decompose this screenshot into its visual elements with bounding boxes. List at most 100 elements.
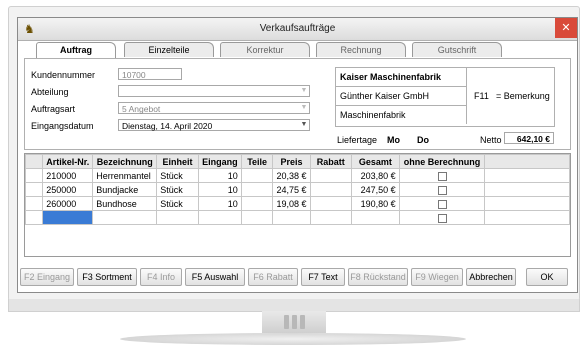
cell-artikel[interactable]: 260000 (42, 196, 94, 211)
customer-line3: Maschinenfabrik (340, 110, 406, 120)
row-selector[interactable] (25, 168, 44, 183)
cell-rabatt[interactable] (309, 182, 353, 197)
cell-preis[interactable] (272, 210, 311, 225)
cell-bezeichnung[interactable]: Herrenmantel (92, 168, 158, 183)
filler-cell (484, 210, 570, 225)
column-header[interactable]: Artikel-Nr. (42, 154, 94, 169)
cell-artikel[interactable]: 250000 (42, 182, 94, 197)
cell-eingang[interactable]: 10 (197, 168, 242, 183)
table-header-row: Artikel-Nr. Bezeichnung Einheit Eingang … (25, 154, 570, 169)
kundennummer-label: Kundennummer (31, 70, 96, 80)
cell-ohne-berechnung[interactable] (398, 196, 486, 211)
cell-artikel-edit[interactable] (42, 210, 94, 225)
cell-preis[interactable]: 20,38 € (272, 168, 311, 183)
cell-artikel[interactable]: 210000 (42, 168, 94, 183)
f8-rueckstand-button[interactable]: F8 Rückstand (348, 268, 408, 286)
f5-auswahl-button[interactable]: F5 Auswahl (185, 268, 245, 286)
f11-label: F11 (474, 91, 489, 101)
tab-korrektur[interactable]: Korrektur (220, 42, 310, 57)
checkbox[interactable] (437, 213, 447, 223)
abteilung-select[interactable]: ▼ (118, 85, 310, 97)
cell-einheit[interactable]: Stück (156, 168, 199, 183)
column-header[interactable]: Teile (240, 154, 274, 169)
column-header[interactable]: Bezeichnung (92, 154, 158, 169)
cell-teile[interactable] (240, 168, 274, 183)
netto-label: Netto (480, 135, 502, 145)
column-header[interactable]: Preis (272, 154, 311, 169)
auftragsart-select[interactable]: 5 Angebot ▼ (118, 102, 310, 114)
cell-rabatt[interactable] (309, 210, 353, 225)
table-row[interactable]: 250000 Bundjacke Stück 10 24,75 € 247,50… (25, 182, 570, 197)
app-window: ♞ Verkaufsaufträge ✕ Auftrag Einzelteile… (17, 17, 578, 293)
filler-cell (484, 182, 570, 197)
abbrechen-button[interactable]: Abbrechen (466, 268, 516, 286)
filler-cell (484, 168, 570, 183)
cell-gesamt[interactable]: 203,80 € (351, 168, 400, 183)
cell-eingang[interactable]: 10 (197, 196, 242, 211)
monitor-stand-base (120, 333, 466, 345)
row-selector[interactable] (25, 182, 44, 197)
cell-gesamt[interactable]: 247,50 € (351, 182, 400, 197)
cell-ohne-berechnung[interactable] (398, 168, 486, 183)
chevron-down-icon[interactable]: ▼ (299, 103, 309, 113)
tab-gutschrift[interactable]: Gutschrift (412, 42, 502, 57)
f9-wiegen-button[interactable]: F9 Wiegen (411, 268, 463, 286)
kundennummer-field[interactable]: 10700 (118, 68, 182, 80)
tab-auftrag[interactable]: Auftrag (36, 42, 116, 58)
cell-gesamt[interactable]: 190,80 € (351, 196, 400, 211)
close-button[interactable]: ✕ (555, 18, 577, 38)
bemerkung-label[interactable]: = Bemerkung (496, 91, 550, 101)
table-row[interactable]: 210000 Herrenmantel Stück 10 20,38 € 203… (25, 168, 570, 183)
chevron-down-icon[interactable]: ▼ (299, 86, 309, 96)
column-header[interactable]: ohne Berechnung (398, 154, 486, 169)
cell-eingang[interactable]: 10 (197, 182, 242, 197)
f3-sortment-button[interactable]: F3 Sortment (77, 268, 137, 286)
liefertage-values: Mo Do (387, 135, 429, 145)
eingangsdatum-picker[interactable]: Dienstag, 14. April 2020 ▼ (118, 119, 310, 131)
column-header[interactable]: Rabatt (309, 154, 353, 169)
cell-einheit[interactable] (156, 210, 199, 225)
ok-button[interactable]: OK (526, 268, 568, 286)
column-header[interactable]: Einheit (156, 154, 199, 169)
cell-teile[interactable] (240, 182, 274, 197)
cell-ohne-berechnung[interactable] (398, 210, 486, 225)
monitor-stand-neck (262, 311, 326, 333)
checkbox[interactable] (437, 199, 447, 209)
cell-teile[interactable] (240, 210, 274, 225)
cell-bezeichnung[interactable]: Bundjacke (92, 182, 158, 197)
tab-einzelteile[interactable]: Einzelteile (124, 42, 214, 57)
abteilung-label: Abteilung (31, 87, 69, 97)
column-header[interactable]: Eingang (197, 154, 242, 169)
filler-cell (484, 196, 570, 211)
cell-preis[interactable]: 19,08 € (272, 196, 311, 211)
cell-eingang[interactable] (197, 210, 242, 225)
row-selector[interactable] (25, 196, 44, 211)
stand-slot (300, 315, 305, 329)
cell-preis[interactable]: 24,75 € (272, 182, 311, 197)
auftragsart-value: 5 Angebot (122, 104, 161, 114)
window-title: Verkaufsaufträge (259, 23, 336, 34)
f4-info-button[interactable]: F4 Info (140, 268, 182, 286)
f7-text-button[interactable]: F7 Text (301, 268, 345, 286)
cell-rabatt[interactable] (309, 196, 353, 211)
f6-rabatt-button[interactable]: F6 Rabatt (248, 268, 298, 286)
cell-teile[interactable] (240, 196, 274, 211)
column-header[interactable]: Gesamt (351, 154, 400, 169)
cell-bezeichnung[interactable]: Bundhose (92, 196, 158, 211)
tab-rechnung[interactable]: Rechnung (316, 42, 406, 57)
cell-ohne-berechnung[interactable] (398, 182, 486, 197)
cell-einheit[interactable]: Stück (156, 182, 199, 197)
chevron-down-icon[interactable]: ▼ (299, 120, 309, 130)
checkbox[interactable] (437, 171, 447, 181)
cell-rabatt[interactable] (309, 168, 353, 183)
order-items-grid[interactable]: Artikel-Nr. Bezeichnung Einheit Eingang … (24, 153, 571, 257)
row-selector-header (25, 154, 44, 169)
table-row-new[interactable] (25, 210, 570, 225)
f2-eingang-button[interactable]: F2 Eingang (20, 268, 74, 286)
table-row[interactable]: 260000 Bundhose Stück 10 19,08 € 190,80 … (25, 196, 570, 211)
cell-bezeichnung[interactable] (92, 210, 158, 225)
checkbox[interactable] (437, 185, 447, 195)
row-selector[interactable] (25, 210, 44, 225)
cell-gesamt[interactable] (351, 210, 400, 225)
cell-einheit[interactable]: Stück (156, 196, 199, 211)
